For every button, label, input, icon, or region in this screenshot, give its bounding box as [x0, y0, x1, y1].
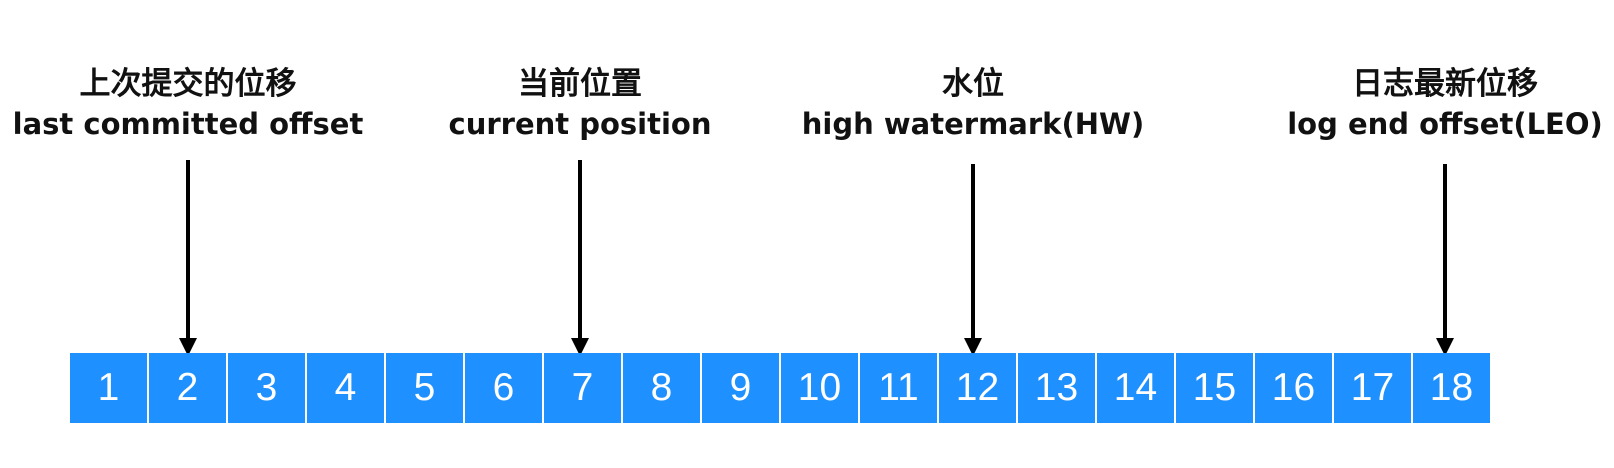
offset-cell: 14 [1097, 353, 1174, 423]
label-log-end-offset: 日志最新位移 log end offset(LEO) [1287, 64, 1603, 144]
offset-cell: 11 [860, 353, 937, 423]
label-zh: 当前位置 [518, 66, 642, 102]
label-en: last committed offset [12, 107, 364, 141]
offset-cell: 3 [228, 353, 305, 423]
label-high-watermark: 水位 high watermark(HW) [802, 64, 1144, 144]
arrow-down-icon [971, 164, 975, 352]
offset-cell: 13 [1018, 353, 1095, 423]
offset-cell: 1 [70, 353, 147, 423]
offset-cell: 17 [1334, 353, 1411, 423]
label-zh: 上次提交的位移 [79, 66, 297, 102]
arrow-down-icon [186, 160, 190, 352]
label-zh: 水位 [941, 66, 1004, 102]
arrow-down-icon [578, 160, 582, 352]
offset-cell: 10 [781, 353, 858, 423]
offset-cells-row: 1 2 3 4 5 6 7 8 9 10 11 12 13 14 15 16 1… [70, 353, 1492, 423]
offset-cell: 7 [544, 353, 621, 423]
label-zh: 日志最新位移 [1351, 66, 1538, 102]
offset-cell: 18 [1413, 353, 1490, 423]
offset-cell: 9 [702, 353, 779, 423]
label-en: current position [448, 107, 712, 141]
arrow-down-icon [1443, 164, 1447, 352]
offset-cell: 8 [623, 353, 700, 423]
offset-cell: 12 [939, 353, 1016, 423]
label-en: log end offset(LEO) [1287, 107, 1603, 141]
label-en: high watermark(HW) [801, 107, 1145, 141]
offset-cell: 5 [386, 353, 463, 423]
offset-cell: 4 [307, 353, 384, 423]
label-last-committed-offset: 上次提交的位移 last committed offset [13, 64, 364, 144]
offset-cell: 6 [465, 353, 542, 423]
offset-cell: 16 [1255, 353, 1332, 423]
offset-cell: 15 [1176, 353, 1253, 423]
offset-cell: 2 [149, 353, 226, 423]
label-current-position: 当前位置 current position [449, 64, 712, 144]
